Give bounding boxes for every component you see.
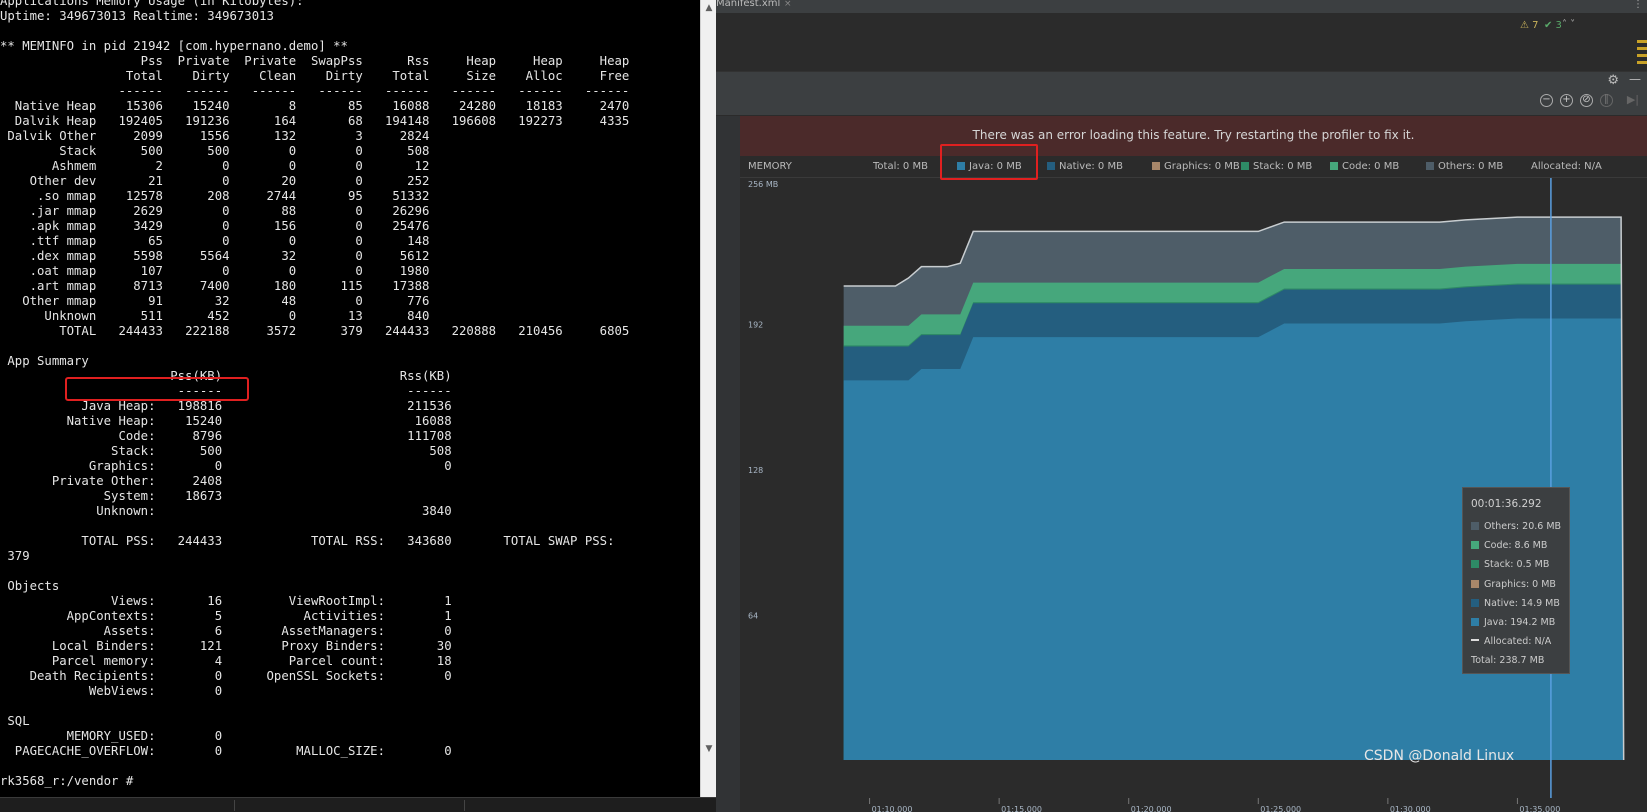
legend-stack: Stack: 0 MB (1241, 161, 1312, 172)
native-swatch (1471, 599, 1479, 607)
x-tick-label: 01:30.000 (1390, 805, 1431, 812)
legend-code: Code: 0 MB (1330, 161, 1399, 172)
error-stripe[interactable] (1637, 40, 1647, 74)
tooltip-java: Java: 194.2 MB (1471, 617, 1555, 631)
more-icon[interactable]: ⋮ (1633, 0, 1643, 10)
tooltip-others: Others: 20.6 MB (1471, 521, 1561, 535)
terminal-status-bar (0, 797, 716, 812)
zoom-in-icon[interactable]: + (1560, 94, 1573, 107)
code-swatch (1330, 162, 1338, 170)
scroll-down-icon[interactable]: ▼ (704, 744, 714, 754)
others-swatch (1471, 522, 1479, 530)
scroll-up-icon[interactable]: ▲ (704, 3, 714, 13)
others-swatch (1426, 162, 1434, 170)
minimize-icon[interactable]: — (1629, 72, 1641, 86)
pause-icon[interactable]: ∥ (1600, 94, 1613, 107)
tooltip-allocated: Allocated: N/A (1471, 636, 1551, 650)
gear-icon[interactable]: ⚙ (1607, 73, 1619, 88)
allocated-dash-icon (1471, 639, 1479, 641)
x-tick-label: 01:10.000 (872, 805, 913, 812)
y-tick-label: 64 (748, 612, 758, 621)
error-message: There was an error loading this feature.… (972, 128, 1415, 142)
terminal-window[interactable]: Applications Memory Usage (in Kilobytes)… (0, 0, 700, 797)
legend-others: Others: 0 MB (1426, 161, 1503, 172)
profiler-gutter (716, 116, 740, 812)
ide-window: Manifest.xml × ⋮ ⚠ 7 ✔ 3 ˄ ˅ ⚙ — − + ⊘ ∥… (716, 0, 1647, 812)
graphics-swatch (1471, 580, 1479, 588)
legend-native: Native: 0 MB (1047, 161, 1123, 172)
native-swatch (1047, 162, 1055, 170)
data-tooltip: 00:01:36.292 Others: 20.6 MB Code: 8.6 M… (1462, 487, 1570, 674)
zoom-out-icon[interactable]: − (1540, 94, 1553, 107)
warning-count[interactable]: ⚠ 7 (1520, 20, 1539, 31)
tooltip-graphics: Graphics: 0 MB (1471, 579, 1556, 593)
x-tick-label: 01:20.000 (1131, 805, 1172, 812)
y-tick-label: 192 (748, 321, 763, 330)
x-tick-label: 01:15.000 (1001, 805, 1042, 812)
java-heap-highlight (65, 377, 249, 401)
tooltip-total: Total: 238.7 MB (1471, 655, 1545, 666)
legend-total: Total: 0 MB (873, 161, 928, 172)
tooltip-code: Code: 8.6 MB (1471, 540, 1547, 554)
java-swatch (1471, 618, 1479, 626)
tooltip-stack: Stack: 0.5 MB (1471, 559, 1549, 573)
x-tick-label: 01:25.000 (1260, 805, 1301, 812)
memory-legend: MEMORY Total: 0 MB Java: 0 MB Native: 0 … (740, 156, 1647, 178)
legend-allocated: Allocated: N/A (1531, 161, 1602, 172)
error-banner: There was an error loading this feature.… (740, 116, 1647, 156)
legend-graphics: Graphics: 0 MB (1152, 161, 1240, 172)
inspection-bar: ⚠ 7 ✔ 3 ˄ ˅ (716, 14, 1647, 72)
y-tick-label: 256 MB (748, 180, 778, 189)
profiler-toolbar: ⚙ — − + ⊘ ∥ ▶| (716, 72, 1647, 116)
tab-manifest[interactable]: Manifest.xml (716, 0, 780, 9)
stack-swatch (1241, 162, 1249, 170)
close-icon[interactable]: × (784, 0, 792, 9)
java-legend-highlight (940, 144, 1038, 180)
code-swatch (1471, 541, 1479, 549)
ok-count[interactable]: ✔ 3 (1544, 20, 1562, 31)
y-tick-label: 128 (748, 466, 763, 475)
tooltip-native: Native: 14.9 MB (1471, 598, 1560, 612)
memory-profiler: There was an error loading this feature.… (740, 116, 1647, 812)
terminal-scrollbar[interactable]: ▲ ▼ (700, 0, 716, 797)
x-tick-label: 01:35.000 (1519, 805, 1560, 812)
graphics-swatch (1152, 162, 1160, 170)
csdn-watermark: CSDN @Donald Linux (1364, 748, 1515, 764)
legend-memory-title: MEMORY (748, 161, 792, 172)
stack-swatch (1471, 560, 1479, 568)
reset-zoom-icon[interactable]: ⊘ (1580, 94, 1593, 107)
tooltip-time: 00:01:36.292 (1471, 498, 1542, 510)
editor-tab-bar: Manifest.xml × ⋮ (716, 0, 1647, 14)
go-live-icon[interactable]: ▶| (1627, 93, 1639, 106)
nav-arrows-icon[interactable]: ˄ ˅ (1562, 19, 1575, 30)
